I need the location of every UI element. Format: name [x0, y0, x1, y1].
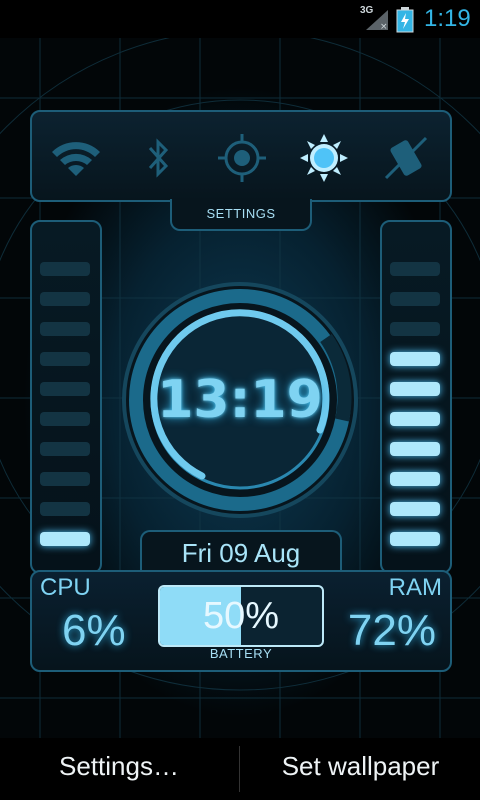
- ram-label: RAM: [388, 574, 442, 601]
- ram-bar: [390, 352, 440, 366]
- set-wallpaper-button[interactable]: Set wallpaper: [241, 738, 480, 800]
- cpu-bar: [40, 352, 90, 366]
- cpu-value: 6%: [62, 606, 126, 655]
- signal-icon: ×: [366, 10, 388, 32]
- battery-gauge: 50%: [158, 585, 324, 647]
- ram-bar: [390, 292, 440, 306]
- battery-label: BATTERY: [209, 646, 273, 661]
- stats-panel: CPU 6% 50% BATTERY RAM 72%: [30, 570, 452, 672]
- clock-dial[interactable]: 13:19: [120, 280, 360, 520]
- cpu-bar: [40, 412, 90, 426]
- settings-tab[interactable]: SETTINGS: [170, 199, 312, 231]
- action-bar: Settings… Set wallpaper: [0, 738, 480, 800]
- ram-bar: [390, 502, 440, 516]
- cpu-bar: [40, 502, 90, 516]
- cpu-bar: [40, 292, 90, 306]
- wifi-icon[interactable]: [46, 132, 106, 184]
- cpu-bar: [40, 532, 90, 546]
- brightness-icon[interactable]: [294, 132, 354, 184]
- ram-bar: [390, 532, 440, 546]
- cpu-bar: [40, 262, 90, 276]
- status-bar: 3G × 1:19: [0, 0, 480, 38]
- cpu-bar: [40, 442, 90, 456]
- ram-bar: [390, 472, 440, 486]
- ram-bar: [390, 412, 440, 426]
- divider: [239, 746, 240, 792]
- cpu-label: CPU: [40, 574, 91, 601]
- status-time: 1:19: [424, 5, 471, 32]
- cpu-meter: [30, 220, 102, 574]
- gps-icon[interactable]: [212, 132, 272, 184]
- cpu-bar: [40, 322, 90, 336]
- cpu-bar: [40, 472, 90, 486]
- date-label[interactable]: Fri 09 Aug: [140, 530, 342, 574]
- battery-charging-icon: [396, 7, 414, 33]
- rotation-lock-icon[interactable]: [376, 132, 436, 184]
- settings-button[interactable]: Settings…: [0, 738, 238, 800]
- battery-value: 50%: [202, 595, 280, 637]
- ram-bar: [390, 442, 440, 456]
- ram-value: 72%: [347, 606, 436, 655]
- toggles-panel: [30, 110, 452, 202]
- ram-bar: [390, 322, 440, 336]
- ram-bar: [390, 382, 440, 396]
- bluetooth-icon[interactable]: [128, 132, 188, 184]
- svg-text:×: ×: [380, 22, 388, 32]
- ram-meter: [380, 220, 452, 574]
- clock-time: 13:19: [157, 370, 323, 430]
- cpu-bar: [40, 382, 90, 396]
- ram-bar: [390, 262, 440, 276]
